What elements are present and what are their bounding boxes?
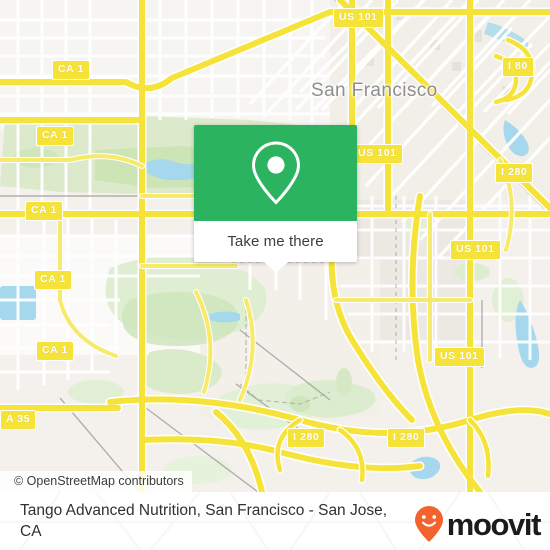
highway-shield: US 101 [352,144,403,164]
callout-header [194,125,357,221]
callout-pointer-tail [263,262,288,273]
take-me-there-label: Take me there [227,233,324,250]
map-viewport[interactable]: San Francisco US 101 I 80 CA 1 CA 1 US 101 I … [0,0,550,492]
highway-shield: I 280 [287,428,326,448]
highway-shield: US 101 [333,8,384,28]
map-pin-icon [251,141,300,205]
map-city-label: San Francisco [311,80,438,101]
map-attribution[interactable]: © OpenStreetMap contributors [0,471,192,492]
moovit-brand[interactable]: moovit [414,505,542,543]
highway-shield: CA 1 [36,341,74,361]
highway-shield: CA 1 [52,60,90,80]
highway-shield: CA 1 [25,201,63,221]
place-callout-card[interactable]: Take me there [194,125,357,273]
footer-bar: Tango Advanced Nutrition, San Francisco … [0,492,550,550]
highway-shield: CA 1 [34,270,72,290]
highway-shield: A 35 [0,410,37,430]
place-title: Tango Advanced Nutrition, San Francisco … [20,502,388,540]
highway-shield: US 101 [450,240,501,260]
highway-shield: US 101 [434,347,485,367]
highway-shield: CA 1 [36,126,74,146]
map-share-card-screenshot: San Francisco US 101 I 80 CA 1 CA 1 US 101 I … [0,0,550,550]
moovit-wordmark: moovit [446,506,542,542]
moovit-smiley-pin-icon [414,506,443,542]
highway-shield: I 280 [495,163,534,183]
highway-shield: I 80 [502,57,534,77]
highway-shield: I 280 [387,428,426,448]
callout-footer[interactable]: Take me there [194,221,357,273]
